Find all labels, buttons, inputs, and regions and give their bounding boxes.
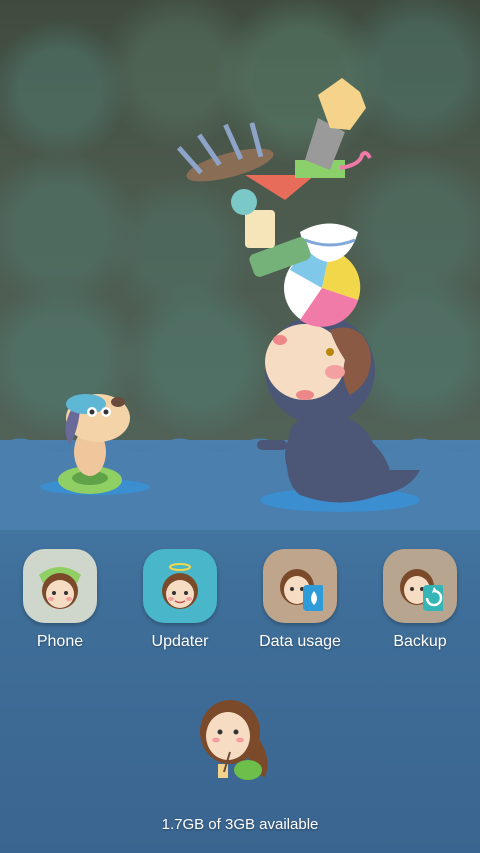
wallpaper-illustration [0,78,480,530]
app-label: Data usage [259,633,341,650]
data-usage-girl-icon [263,549,337,623]
dog-icon [58,394,130,494]
app-updater[interactable]: Updater [130,545,230,657]
app-backup[interactable]: Backup [370,545,470,657]
app-phone[interactable]: Phone [10,545,110,657]
angel-girl-icon [143,549,217,623]
app-data-usage[interactable]: Data usage [250,545,350,657]
app-label: Updater [151,633,209,650]
storage-status: 1.7GB of 3GB available [161,816,319,833]
cup-icon [245,210,275,248]
data-usage-girl-icon-art [280,569,323,611]
girl-sweeping-icon[interactable] [190,692,290,792]
backup-girl-icon [383,549,457,623]
app-dock: Phone Updater Data usage Backup [0,545,480,665]
backup-girl-icon-art [400,569,443,611]
app-label: Backup [393,633,447,650]
app-label: Phone [36,633,84,650]
phone-girl-icon [23,549,97,623]
phone-girl-icon-art [39,567,81,609]
angel-girl-icon-art [162,563,198,609]
teapot-icon [231,189,257,215]
